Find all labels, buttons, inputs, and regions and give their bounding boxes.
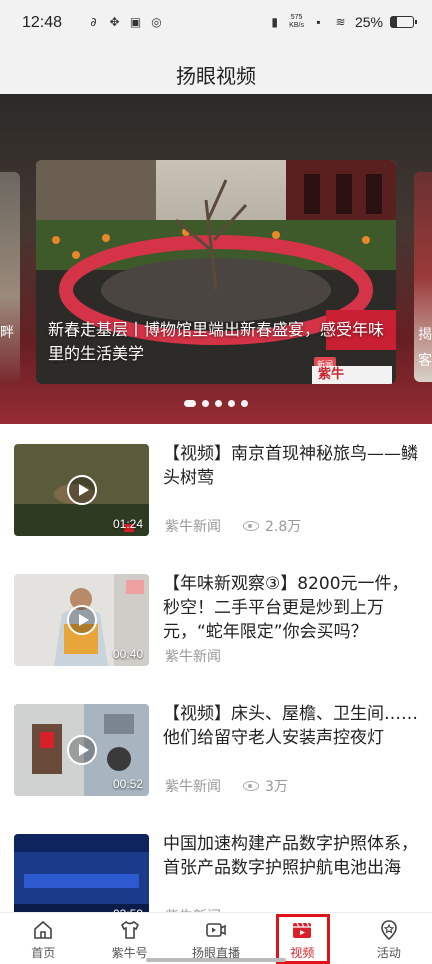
net-speed-value: 575	[290, 14, 303, 21]
carousel-dot[interactable]	[228, 400, 235, 407]
play-icon[interactable]	[66, 605, 97, 635]
bottom-nav: 首页 紫牛号 扬眼直播 视频 活动	[0, 912, 432, 964]
view-count: 3万	[265, 779, 288, 795]
nav-item-activity[interactable]: 活动	[346, 913, 432, 964]
news-title[interactable]: 【视频】南京首现神秘旅鸟——鳞头树莺	[163, 442, 421, 490]
news-meta: 紫牛新闻 2.8万	[165, 516, 301, 536]
header: 扬眼视频	[0, 50, 432, 94]
nav-item-live[interactable]: 扬眼直播	[173, 913, 259, 964]
page-title: 扬眼视频	[176, 64, 256, 88]
carousel-dot[interactable]	[241, 400, 248, 407]
net-speed-unit: KB/s	[289, 22, 304, 29]
video-duration: 00:40	[112, 647, 143, 661]
shirt-icon	[120, 921, 139, 939]
battery-fill	[391, 17, 397, 27]
watermark: 紫牛	[312, 366, 392, 384]
leaf-icon: ◎	[151, 15, 162, 29]
play-icon[interactable]	[66, 475, 97, 505]
status-bar: 12:48 ∂ ✥ ▣ ◎ ▮ 575 KB/s ▪ ≋ 25%	[0, 0, 432, 50]
carousel-caption: 新春走基层丨博物馆里端出新春盛宴，感受年味里的生活美学	[48, 320, 385, 363]
vibrate-icon: ▮	[271, 14, 278, 29]
eye-icon	[243, 781, 259, 791]
video-carousel[interactable]: 畔 揭 客 新春走基层丨博物馆里端出新春盛宴，感受年味里的生活美学 新闻 紫牛	[0, 94, 432, 424]
carousel-prev-card[interactable]: 畔	[0, 172, 20, 382]
battery-percent: 25%	[354, 14, 383, 30]
news-source: 紫牛新闻	[165, 519, 221, 535]
next-card-text: 揭 客	[418, 327, 432, 369]
video-thumbnail[interactable]: 00:40	[14, 574, 149, 666]
status-time: 12:48	[22, 14, 63, 31]
nav-item-ziniu[interactable]: 紫牛号	[86, 913, 172, 964]
video-duration: 00:52	[112, 777, 143, 791]
carousel-dot[interactable]	[215, 400, 222, 407]
news-item[interactable]: 00:52 【视频】床头、屋檐、卫生间……他们给留守老人安装声控夜灯 紫牛新闻 …	[0, 684, 432, 814]
status-right: ▮ 575 KB/s ▪ ≋ 25%	[267, 14, 417, 30]
news-source: 紫牛新闻	[165, 779, 221, 795]
prev-card-text: 畔	[0, 325, 14, 341]
news-title[interactable]: 【年味新观察③】8200元一件，秒空！二手平台更是炒到上万元，“蛇年限定”你会买…	[163, 572, 421, 644]
video-duration: 01:24	[112, 517, 143, 531]
app-icon: ▣	[129, 15, 142, 29]
news-item[interactable]: 00:40 【年味新观察③】8200元一件，秒空！二手平台更是炒到上万元，“蛇年…	[0, 554, 432, 684]
nav-label: 首页	[31, 946, 56, 960]
link-icon: ∂	[90, 15, 97, 29]
news-meta: 紫牛新闻	[165, 646, 221, 666]
home-icon	[34, 920, 53, 939]
news-title[interactable]: 中国加速构建产品数字护照体系，首张产品数字护照护航电池出海	[163, 832, 421, 880]
battery-icon	[390, 16, 417, 28]
gesture-bar[interactable]	[146, 958, 286, 962]
news-source: 紫牛新闻	[165, 649, 221, 665]
view-count: 2.8万	[265, 519, 302, 535]
live-icon	[206, 923, 226, 937]
wifi-icon: ≋	[335, 14, 346, 29]
play-icon[interactable]	[66, 735, 97, 765]
video-thumbnail[interactable]: 01:24	[14, 444, 149, 536]
news-title[interactable]: 【视频】床头、屋檐、卫生间……他们给留守老人安装声控夜灯	[163, 702, 421, 750]
news-item[interactable]: 01:24 【视频】南京首现神秘旅鸟——鳞头树莺 紫牛新闻 2.8万	[0, 424, 432, 554]
fan-icon: ✥	[109, 15, 120, 29]
video-thumbnail[interactable]: 00:52	[14, 704, 149, 796]
sim-icon: ▪	[316, 14, 321, 29]
nav-item-video[interactable]: 视频	[259, 913, 345, 964]
carousel-next-card[interactable]: 揭 客	[414, 172, 432, 382]
carousel-main-card[interactable]: 新春走基层丨博物馆里端出新春盛宴，感受年味里的生活美学 新闻 紫牛	[36, 160, 396, 384]
notification-icons: ∂ ✥ ▣ ◎	[86, 15, 164, 30]
eye-icon	[243, 521, 259, 531]
nav-item-home[interactable]: 首页	[0, 913, 86, 964]
activity-icon	[381, 920, 397, 941]
video-icon	[293, 922, 312, 938]
news-meta: 紫牛新闻 3万	[165, 776, 288, 796]
carousel-dot[interactable]	[202, 400, 209, 407]
net-speed: 575 KB/s	[289, 14, 304, 30]
carousel-indicator[interactable]	[0, 400, 432, 407]
nav-label: 活动	[376, 946, 401, 960]
carousel-dot[interactable]	[184, 400, 196, 407]
